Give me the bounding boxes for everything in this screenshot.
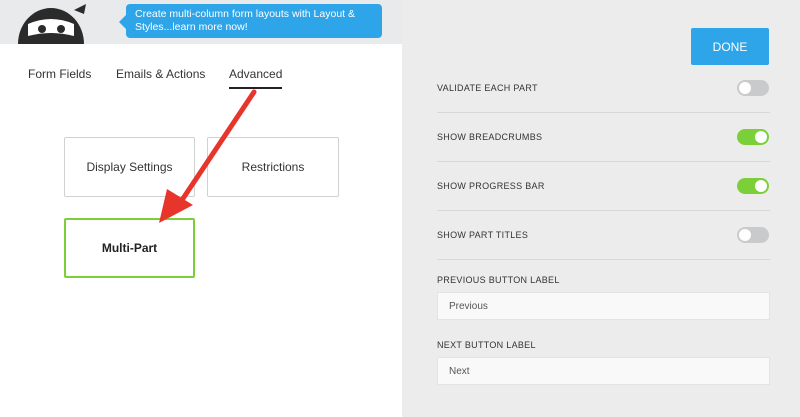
setting-label: SHOW PROGRESS BAR — [437, 181, 545, 191]
done-button[interactable]: DONE — [691, 28, 769, 65]
setting-show-part-titles: SHOW PART TITLES — [437, 211, 770, 260]
setting-validate-each-part: VALIDATE EACH PART — [437, 64, 770, 113]
next-button-label-input[interactable] — [437, 357, 770, 385]
arrow-annotation-icon — [159, 89, 257, 223]
previous-button-label-input[interactable] — [437, 292, 770, 320]
previous-button-label-heading: PREVIOUS BUTTON LABEL — [437, 275, 560, 285]
show-progress-bar-toggle[interactable] — [737, 178, 769, 194]
show-part-titles-toggle[interactable] — [737, 227, 769, 243]
tab-advanced[interactable]: Advanced — [229, 67, 283, 89]
toggle-knob — [755, 180, 767, 192]
toggle-knob — [739, 82, 751, 94]
setting-show-breadcrumbs: SHOW BREADCRUMBS — [437, 113, 770, 162]
setting-label: VALIDATE EACH PART — [437, 83, 538, 93]
tooltip-line-1: Create multi-column form layouts with La… — [135, 8, 356, 20]
card-label: Restrictions — [241, 160, 305, 174]
card-label: Multi-Part — [101, 241, 158, 255]
promo-tooltip[interactable]: Create multi-column form layouts with La… — [119, 4, 382, 38]
toggle-knob — [755, 131, 767, 143]
tab-form-fields[interactable]: Form Fields — [28, 67, 91, 81]
show-breadcrumbs-toggle[interactable] — [737, 129, 769, 145]
tab-emails-actions[interactable]: Emails & Actions — [116, 67, 205, 81]
toggle-knob — [739, 229, 751, 241]
setting-show-progress-bar: SHOW PROGRESS BAR — [437, 162, 770, 211]
card-restrictions[interactable]: Restrictions — [207, 137, 339, 197]
next-button-label-heading: NEXT BUTTON LABEL — [437, 340, 536, 350]
ninja-logo-icon — [14, 0, 88, 44]
setting-label: SHOW PART TITLES — [437, 230, 529, 240]
card-multi-part[interactable]: Multi-Part — [64, 218, 195, 278]
card-label: Display Settings — [86, 160, 173, 174]
card-display-settings[interactable]: Display Settings — [64, 137, 195, 197]
tooltip-line-2: Styles...learn more now! — [135, 21, 248, 33]
setting-label: SHOW BREADCRUMBS — [437, 132, 543, 142]
validate-each-part-toggle[interactable] — [737, 80, 769, 96]
settings-panel: DONE VALIDATE EACH PART SHOW BREADCRUMBS… — [402, 0, 800, 417]
